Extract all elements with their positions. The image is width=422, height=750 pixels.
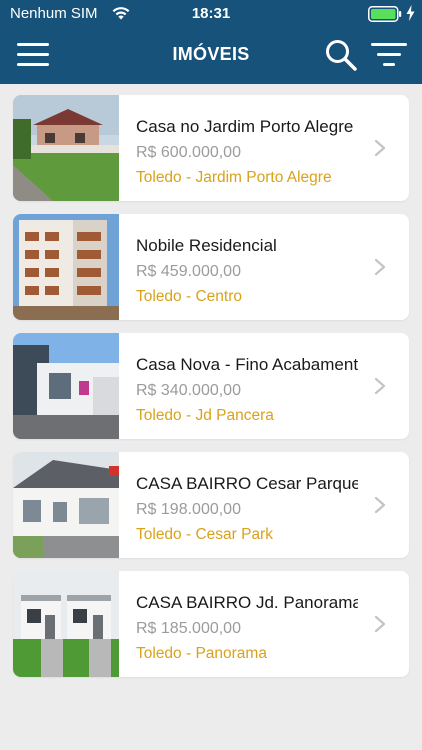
property-location: Toledo - Jardim Porto Alegre [136, 169, 332, 186]
property-card[interactable]: CASA BAIRRO Jd. Panorama R$ 185.000,00 T… [13, 571, 409, 677]
filter-icon [371, 43, 407, 66]
property-location: Toledo - Panorama [136, 645, 267, 662]
property-name: Casa no Jardim Porto Alegre [136, 117, 354, 136]
chevron-right-icon [374, 615, 386, 633]
property-card[interactable]: Casa no Jardim Porto Alegre R$ 600.000,0… [13, 95, 409, 201]
charging-icon [406, 5, 415, 21]
property-card[interactable]: Nobile Residencial R$ 459.000,00 Toledo … [13, 214, 409, 320]
chevron-right-icon [374, 258, 386, 276]
property-photo [13, 333, 119, 439]
property-name: Casa Nova - Fino Acabamento [136, 355, 358, 374]
clock: 18:31 [191, 5, 231, 22]
property-price: R$ 340.000,00 [136, 382, 241, 399]
chevron-right-icon [374, 496, 386, 514]
filter-button[interactable] [370, 41, 408, 69]
property-list: Casa no Jardim Porto Alegre R$ 600.000,0… [13, 95, 409, 690]
property-price: R$ 600.000,00 [136, 144, 241, 161]
chevron-right-icon [374, 377, 386, 395]
page-title: IMÓVEIS [172, 44, 250, 64]
property-photo [13, 571, 119, 677]
status-bar: Nenhum SIM 18:31 [0, 0, 422, 28]
property-price: R$ 185.000,00 [136, 620, 241, 637]
property-name: CASA BAIRRO Jd. Panorama [136, 593, 358, 612]
property-price: R$ 198.000,00 [136, 501, 241, 518]
chevron-right-icon [374, 139, 386, 157]
property-location: Toledo - Cesar Park [136, 526, 273, 543]
property-photo [13, 95, 119, 201]
battery-icon [368, 6, 402, 22]
property-card[interactable]: Casa Nova - Fino Acabamento R$ 340.000,0… [13, 333, 409, 439]
property-price: R$ 459.000,00 [136, 263, 241, 280]
search-button[interactable] [324, 38, 358, 72]
property-name: CASA BAIRRO Cesar Parque [136, 474, 358, 493]
property-location: Toledo - Centro [136, 288, 242, 305]
app-header: Nenhum SIM 18:31 IMÓVEIS [0, 0, 422, 84]
property-location: Toledo - Jd Pancera [136, 407, 274, 424]
property-photo [13, 214, 119, 320]
property-name: Nobile Residencial [136, 236, 277, 255]
search-icon [326, 40, 357, 71]
property-card[interactable]: CASA BAIRRO Cesar Parque R$ 198.000,00 T… [13, 452, 409, 558]
property-photo [13, 452, 119, 558]
